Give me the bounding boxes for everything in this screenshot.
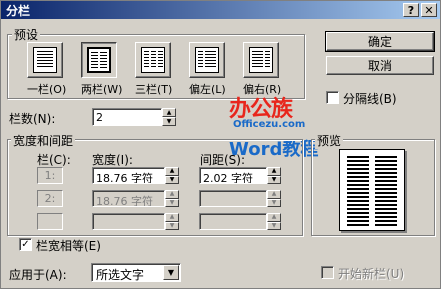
column-number-1: 1: [37, 167, 63, 184]
right-columns-icon [249, 47, 273, 73]
spin-up-icon[interactable]: ▲ [267, 167, 281, 176]
title-bar: 分栏 ? ✕ [1, 1, 440, 19]
spin-down-icon[interactable]: ▼ [162, 117, 176, 126]
spin-down-icon: ▼ [165, 198, 179, 207]
line-between-label: 分隔线(B) [343, 92, 397, 106]
equal-width-checkbox[interactable]: ✓ [19, 238, 32, 251]
preset-three-label: 三栏(T) [135, 83, 173, 96]
spin-up-icon: ▲ [165, 190, 179, 199]
line-between-checkbox[interactable] [326, 91, 339, 104]
preview-group-label: 预览 [315, 132, 344, 149]
width-spinner-2: ▲ ▼ [165, 190, 179, 207]
spin-up-icon: ▲ [165, 213, 179, 222]
preview-column-right [375, 156, 397, 226]
preset-one-label: 一栏(O) [27, 83, 67, 96]
spin-down-icon: ▼ [165, 221, 179, 230]
spin-down-icon[interactable]: ▼ [165, 175, 179, 184]
two-columns-icon [87, 47, 111, 73]
help-button[interactable]: ? [403, 3, 419, 17]
spacing-spinner-2: ▲ ▼ [267, 190, 281, 207]
spacing-spinner-3: ▲ ▼ [267, 213, 281, 230]
column-count-label: 栏数(N): [9, 112, 56, 126]
width-input-3 [92, 213, 165, 230]
ok-button[interactable]: 确定 [325, 31, 435, 52]
spacing-input-2 [199, 190, 267, 207]
start-new-column-label: 开始新栏(U) [338, 267, 405, 281]
preset-two-columns[interactable] [81, 42, 117, 78]
width-header: 宽度(I): [92, 153, 133, 167]
spacing-spinner-1[interactable]: ▲ ▼ [267, 167, 281, 184]
spin-up-icon: ▲ [267, 190, 281, 199]
apply-to-value: 所选文字 [96, 268, 145, 282]
preview-column-left [347, 156, 369, 226]
column-count-input[interactable]: 2 [92, 108, 162, 126]
cancel-button[interactable]: 取消 [326, 56, 434, 75]
spin-up-icon[interactable]: ▲ [165, 167, 179, 176]
column-number-3 [37, 213, 63, 230]
spacing-input-3 [199, 213, 267, 230]
three-columns-icon [141, 47, 165, 73]
column-count-spinner[interactable]: ▲ ▼ [162, 108, 176, 126]
spacing-input-1[interactable]: 2.02 字符 [199, 167, 267, 184]
watermark-url: Officezu.com [233, 119, 306, 130]
preset-two-label: 两栏(W) [81, 83, 123, 96]
spin-down-icon: ▼ [267, 221, 281, 230]
start-new-column-checkbox [321, 266, 334, 279]
left-columns-icon [195, 47, 219, 73]
column-header: 栏(C): [37, 153, 71, 167]
spin-down-icon: ▼ [267, 198, 281, 207]
preview-page [339, 149, 405, 231]
width-spinner-3: ▲ ▼ [165, 213, 179, 230]
one-column-icon [33, 47, 57, 73]
equal-width-label: 栏宽相等(E) [36, 239, 101, 253]
close-button[interactable]: ✕ [421, 3, 437, 17]
apply-to-select[interactable]: 所选文字 ▼ [91, 263, 181, 282]
spacing-header: 间距(S): [200, 153, 246, 167]
spin-down-icon[interactable]: ▼ [267, 175, 281, 184]
width-input-2: 18.76 字符 [92, 190, 165, 207]
preset-left-label: 偏左(L) [189, 83, 226, 96]
preset-three-columns[interactable] [135, 42, 171, 78]
spin-up-icon: ▲ [267, 213, 281, 222]
apply-to-label: 应用于(A): [9, 268, 67, 282]
dialog-title: 分栏 [6, 4, 31, 18]
width-spinner-1[interactable]: ▲ ▼ [165, 167, 179, 184]
presets-group-label: 预设 [12, 26, 41, 43]
width-spacing-group-label: 宽度和间距 [11, 132, 76, 149]
columns-dialog: 分栏 ? ✕ 预设 一栏(O) 两栏(W) 三栏(T) 偏左(L) 偏右(R) … [0, 0, 441, 289]
width-input-1[interactable]: 18.76 字符 [92, 167, 165, 184]
preset-right[interactable] [243, 42, 279, 78]
preset-left[interactable] [189, 42, 225, 78]
column-number-2: 2: [37, 190, 63, 207]
chevron-down-icon[interactable]: ▼ [163, 265, 179, 280]
preset-one-column[interactable] [27, 42, 63, 78]
spin-up-icon[interactable]: ▲ [162, 108, 176, 117]
